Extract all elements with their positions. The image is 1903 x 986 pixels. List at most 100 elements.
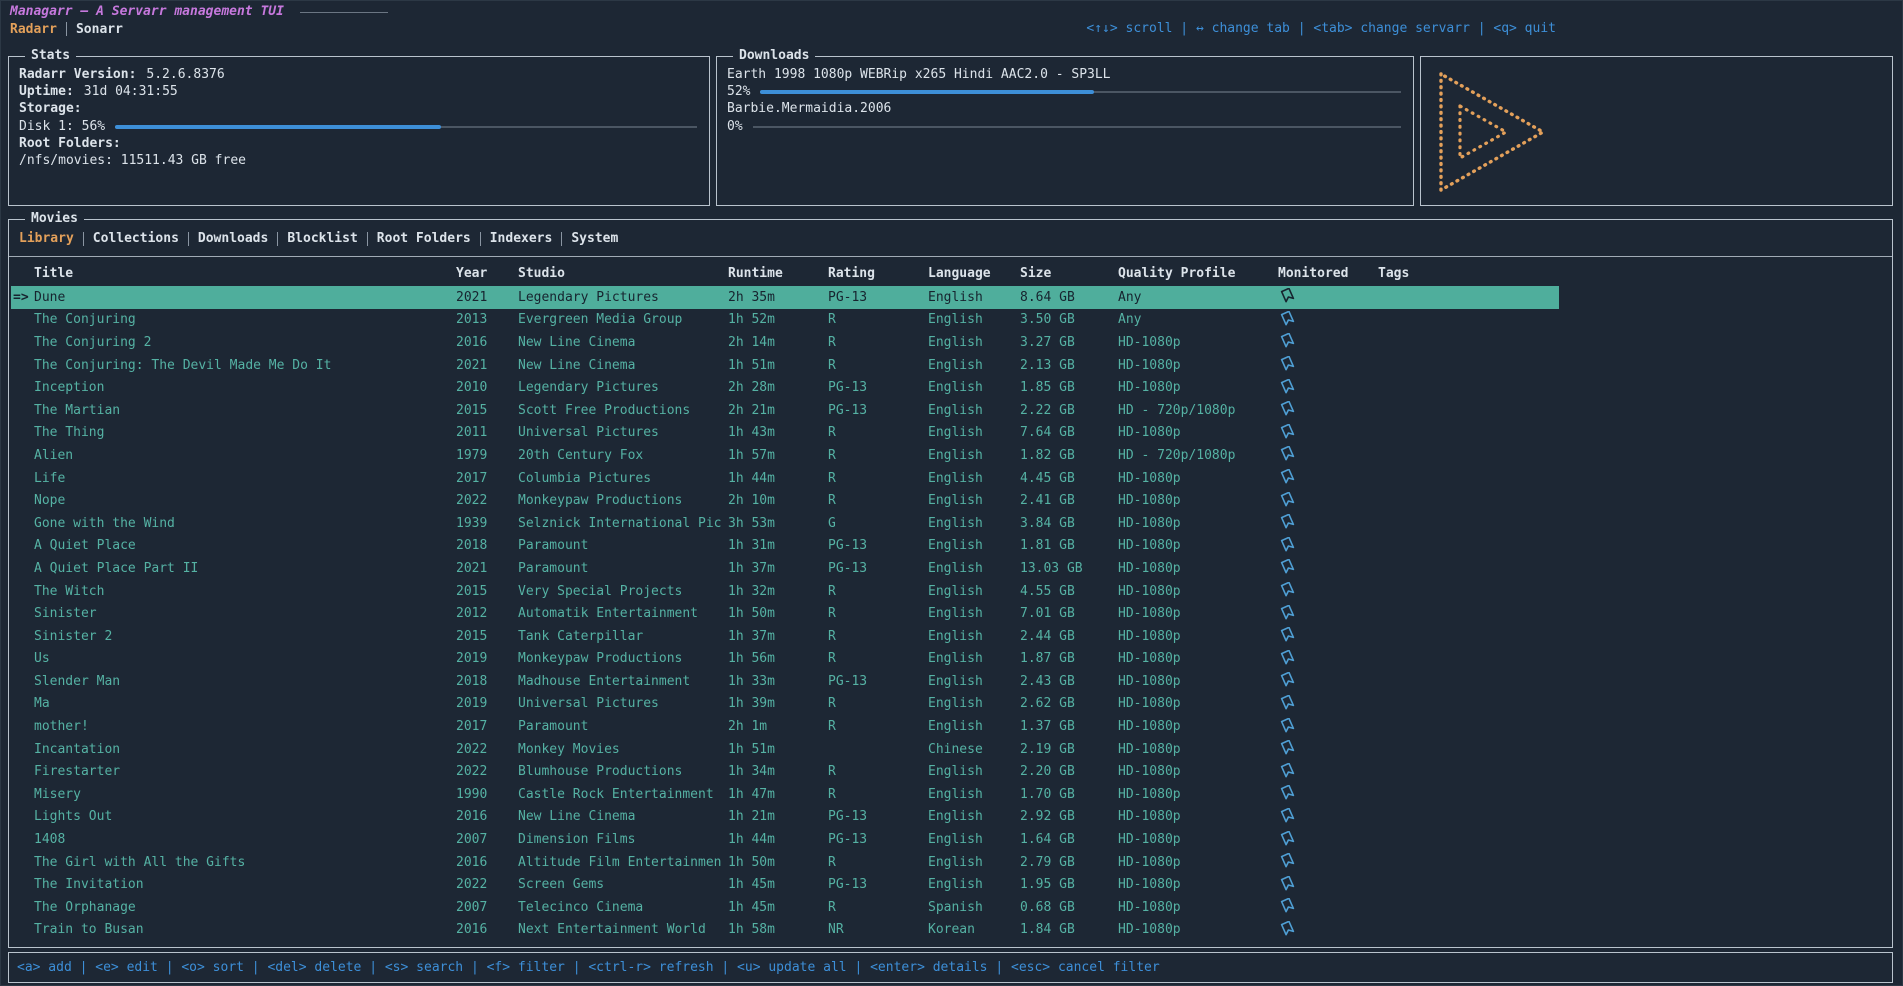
- cell-monitored: [1278, 356, 1378, 374]
- cell-runtime: 2h 21m: [728, 403, 828, 418]
- tab-separator: [367, 232, 368, 246]
- table-row[interactable]: The Orphanage 2007 Telecinco Cinema 1h 4…: [11, 896, 1559, 919]
- table-row[interactable]: The Conjuring 2013 Evergreen Media Group…: [11, 309, 1559, 332]
- cell-rating: R: [828, 696, 928, 711]
- table-row[interactable]: Incantation 2022 Monkey Movies 1h 51m Ch…: [11, 738, 1559, 761]
- cell-monitored: [1278, 288, 1378, 306]
- table-row[interactable]: A Quiet Place 2018 Paramount 1h 31m PG-1…: [11, 535, 1559, 558]
- table-row[interactable]: Gone with the Wind 1939 Selznick Interna…: [11, 512, 1559, 535]
- cell-rating: R: [828, 651, 928, 666]
- cell-rating: R: [828, 471, 928, 486]
- managarr-logo-icon: [1435, 68, 1551, 196]
- footer-keybar: <a> add | <e> edit | <o> sort | <del> de…: [8, 952, 1893, 983]
- cell-monitored: [1278, 876, 1378, 894]
- col-header-studio[interactable]: Studio: [518, 266, 728, 281]
- cell-studio: Madhouse Entertainment: [518, 674, 728, 689]
- cell-monitored: [1278, 921, 1378, 939]
- cell-title: The Thing: [34, 425, 456, 440]
- bookmark-icon: [1280, 605, 1296, 621]
- download-progress-line: 52%: [727, 83, 1403, 100]
- col-header-language[interactable]: Language: [928, 266, 1020, 281]
- bookmark-icon: [1280, 921, 1296, 937]
- col-header-rating[interactable]: Rating: [828, 266, 928, 281]
- cell-language: English: [928, 855, 1020, 870]
- cell-studio: New Line Cinema: [518, 809, 728, 824]
- version-line: Radarr Version: 5.2.6.8376: [19, 66, 699, 83]
- table-row[interactable]: mother! 2017 Paramount 2h 1m R English 1…: [11, 715, 1559, 738]
- cell-monitored: [1278, 650, 1378, 668]
- cell-size: 2.22 GB: [1020, 403, 1118, 418]
- cell-language: English: [928, 493, 1020, 508]
- tab-root-folders[interactable]: Root Folders: [377, 231, 471, 246]
- table-row[interactable]: The Thing 2011 Universal Pictures 1h 43m…: [11, 422, 1559, 445]
- cell-year: 2022: [456, 493, 518, 508]
- cell-studio: Castle Rock Entertainment: [518, 787, 728, 802]
- cell-runtime: 1h 47m: [728, 787, 828, 802]
- table-row[interactable]: Train to Busan 2016 Next Entertainment W…: [11, 919, 1559, 942]
- cell-language: English: [928, 403, 1020, 418]
- cell-title: Misery: [34, 787, 456, 802]
- tab-indexers[interactable]: Indexers: [490, 231, 553, 246]
- table-row[interactable]: Alien 1979 20th Century Fox 1h 57m R Eng…: [11, 444, 1559, 467]
- cell-runtime: 1h 43m: [728, 425, 828, 440]
- cell-studio: Monkeypaw Productions: [518, 651, 728, 666]
- servarr-tab-sonarr[interactable]: Sonarr: [76, 22, 123, 37]
- tab-library[interactable]: Library: [19, 231, 74, 246]
- cell-title: The Conjuring: The Devil Made Me Do It: [34, 358, 456, 373]
- footer-keybinds: <a> add | <e> edit | <o> sort | <del> de…: [17, 960, 1160, 975]
- col-header-size[interactable]: Size: [1020, 266, 1118, 281]
- table-row[interactable]: Misery 1990 Castle Rock Entertainment 1h…: [11, 783, 1559, 806]
- table-row[interactable]: The Witch 2015 Very Special Projects 1h …: [11, 580, 1559, 603]
- cell-language: English: [928, 696, 1020, 711]
- cell-quality-profile: HD-1080p: [1118, 335, 1278, 350]
- cell-size: 1.85 GB: [1020, 380, 1118, 395]
- table-row[interactable]: The Invitation 2022 Screen Gems 1h 45m P…: [11, 873, 1559, 896]
- cell-rating: PG-13: [828, 832, 928, 847]
- col-header-runtime[interactable]: Runtime: [728, 266, 828, 281]
- col-header-year[interactable]: Year: [456, 266, 518, 281]
- table-row[interactable]: The Conjuring 2 2016 New Line Cinema 2h …: [11, 331, 1559, 354]
- table-row[interactable]: Inception 2010 Legendary Pictures 2h 28m…: [11, 376, 1559, 399]
- table-row[interactable]: The Martian 2015 Scott Free Productions …: [11, 399, 1559, 422]
- header-keybinds: <↑↓> scroll | ↔ change tab | <tab> chang…: [1086, 21, 1556, 36]
- root-folder-value: /nfs/movies: 11511.43 GB free: [19, 153, 246, 168]
- table-row[interactable]: Ma 2019 Universal Pictures 1h 39m R Engl…: [11, 693, 1559, 716]
- table-row[interactable]: The Conjuring: The Devil Made Me Do It 2…: [11, 354, 1559, 377]
- cell-monitored: [1278, 785, 1378, 803]
- table-row[interactable]: Firestarter 2022 Blumhouse Productions 1…: [11, 760, 1559, 783]
- cell-runtime: 1h 39m: [728, 696, 828, 711]
- table-row[interactable]: Us 2019 Monkeypaw Productions 1h 56m R E…: [11, 648, 1559, 671]
- cell-size: 2.20 GB: [1020, 764, 1118, 779]
- col-header-title[interactable]: Title: [34, 266, 456, 281]
- col-header-monitored[interactable]: Monitored: [1278, 266, 1378, 281]
- cell-size: 8.64 GB: [1020, 290, 1118, 305]
- tab-system[interactable]: System: [571, 231, 618, 246]
- table-row[interactable]: Sinister 2012 Automatik Entertainment 1h…: [11, 602, 1559, 625]
- cell-quality-profile: HD - 720p/1080p: [1118, 448, 1278, 463]
- cell-language: English: [928, 629, 1020, 644]
- gauge-fill: [760, 90, 1093, 94]
- table-row[interactable]: Life 2017 Columbia Pictures 1h 44m R Eng…: [11, 467, 1559, 490]
- col-header-tags[interactable]: Tags: [1378, 266, 1549, 281]
- tab-blocklist[interactable]: Blocklist: [287, 231, 357, 246]
- table-row[interactable]: The Girl with All the Gifts 2016 Altitud…: [11, 851, 1559, 874]
- servarr-tab-radarr[interactable]: Radarr: [10, 22, 57, 37]
- table-row[interactable]: Nope 2022 Monkeypaw Productions 2h 10m R…: [11, 489, 1559, 512]
- cell-studio: Automatik Entertainment: [518, 606, 728, 621]
- tab-downloads[interactable]: Downloads: [198, 231, 268, 246]
- cell-runtime: 1h 45m: [728, 900, 828, 915]
- cell-title: Sinister: [34, 606, 456, 621]
- table-row[interactable]: Slender Man 2018 Madhouse Entertainment …: [11, 670, 1559, 693]
- col-header-quality-profile[interactable]: Quality Profile: [1118, 266, 1278, 281]
- bookmark-icon: [1280, 718, 1296, 734]
- cell-language: English: [928, 538, 1020, 553]
- table-row[interactable]: Sinister 2 2015 Tank Caterpillar 1h 37m …: [11, 625, 1559, 648]
- cell-rating: PG-13: [828, 809, 928, 824]
- uptime-line: Uptime: 31d 04:31:55: [19, 83, 699, 100]
- table-row[interactable]: => Dune 2021 Legendary Pictures 2h 35m P…: [11, 286, 1559, 309]
- table-row[interactable]: 1408 2007 Dimension Films 1h 44m PG-13 E…: [11, 828, 1559, 851]
- cell-monitored: [1278, 514, 1378, 532]
- tab-collections[interactable]: Collections: [93, 231, 179, 246]
- table-row[interactable]: Lights Out 2016 New Line Cinema 1h 21m P…: [11, 806, 1559, 829]
- table-row[interactable]: A Quiet Place Part II 2021 Paramount 1h …: [11, 557, 1559, 580]
